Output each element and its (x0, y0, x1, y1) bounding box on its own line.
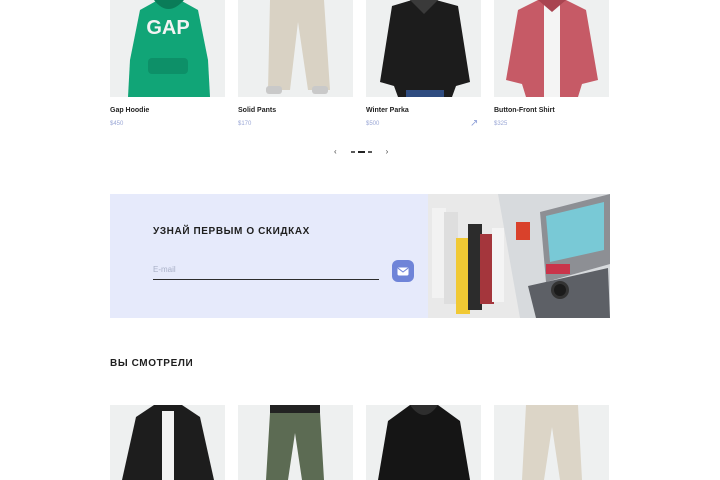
svg-text:GAP: GAP (146, 17, 189, 39)
shirt-illustration (494, 0, 609, 97)
product-name[interactable]: Winter Parka (366, 107, 409, 114)
product-name[interactable]: Solid Pants (238, 107, 276, 114)
pager-dot[interactable] (367, 150, 372, 153)
hoodie-illustration: GAP (110, 0, 225, 97)
pants-illustration (238, 0, 353, 97)
product-name[interactable]: Button-Front Shirt (494, 107, 555, 114)
prev-arrow-icon[interactable]: ‹ (334, 147, 337, 156)
product-price: $500 (366, 121, 380, 127)
newsletter-title: УЗНАЙ ПЕРВЫМ О СКИДКАХ (153, 226, 310, 237)
parka-illustration (366, 0, 481, 97)
product-price: $170 (238, 121, 252, 127)
product-image-pants[interactable] (238, 0, 353, 97)
pager-dot[interactable] (350, 150, 355, 153)
viewed-product-image[interactable] (366, 405, 481, 480)
viewed-product-image[interactable] (494, 405, 609, 480)
next-arrow-icon[interactable]: › (386, 147, 389, 156)
viewed-product-image[interactable] (110, 405, 225, 480)
product-card[interactable]: Solid Pants $170 (238, 0, 353, 127)
subscribe-button[interactable] (392, 260, 414, 282)
viewed-product-image[interactable] (238, 405, 353, 480)
product-card[interactable]: Button-Front Shirt $325 (494, 0, 609, 127)
viewed-title: ВЫ СМОТРЕЛИ (110, 358, 194, 369)
pager-dot-active[interactable] (357, 150, 365, 153)
product-image-parka[interactable] (366, 0, 481, 97)
product-image-hoodie[interactable]: GAP (110, 0, 225, 97)
product-name[interactable]: Gap Hoodie (110, 107, 149, 114)
product-card[interactable]: Winter Parka $500 ↗ (366, 0, 481, 129)
newsletter-banner: УЗНАЙ ПЕРВЫМ О СКИДКАХ (110, 194, 428, 318)
product-price: $325 (494, 121, 508, 127)
pager-dots (350, 150, 372, 153)
product-price: $450 (110, 121, 124, 127)
email-field[interactable] (153, 259, 379, 280)
product-image-shirt[interactable] (494, 0, 609, 97)
envelope-icon (397, 267, 409, 275)
compare-icon[interactable]: ↗ (470, 118, 478, 129)
carousel-pager: ‹ › (334, 147, 388, 156)
shopping-photo (428, 194, 610, 318)
product-card[interactable]: GAP Gap Hoodie $450 (110, 0, 225, 127)
